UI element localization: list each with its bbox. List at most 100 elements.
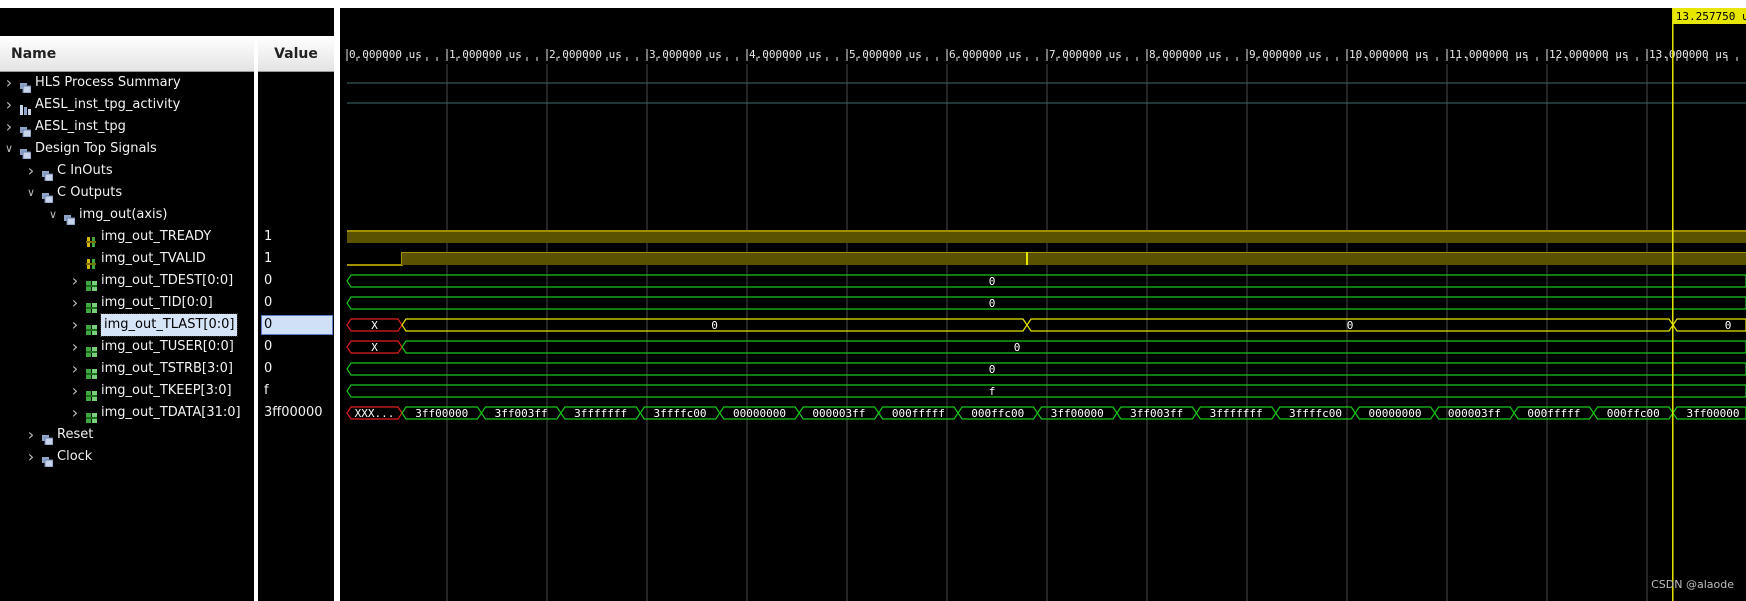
signal-row[interactable]: ∨ Design Top Signals <box>0 138 334 160</box>
chevron-right-icon[interactable]: › <box>4 116 14 138</box>
signal-name[interactable]: C Outputs <box>57 182 122 204</box>
signal-row[interactable]: › C InOuts <box>0 160 334 182</box>
bus-icon <box>86 298 97 313</box>
bit-icon <box>86 232 97 247</box>
signal-name[interactable]: img_out(axis) <box>79 204 168 226</box>
tdata-segment-label: 3ff003ff <box>495 407 548 420</box>
chevron-right-icon[interactable]: › <box>70 358 80 380</box>
signal-name[interactable]: Design Top Signals <box>35 138 157 160</box>
ruler-tick-label: 7.000000 us <box>1049 48 1122 61</box>
chevron-right-icon[interactable]: › <box>26 160 36 182</box>
signal-row[interactable]: img_out_TVALID 1 <box>0 248 334 270</box>
activity-icon <box>20 100 31 115</box>
tvalid-fill <box>402 253 1746 265</box>
chevron-right-icon[interactable]: › <box>4 72 14 94</box>
signal-value: 0 <box>264 273 273 288</box>
tdata-segment-label: 00000000 <box>1368 407 1421 420</box>
signal-row[interactable]: › img_out_TKEEP[3:0] f <box>0 380 334 402</box>
signal-row[interactable]: ∨ img_out(axis) <box>0 204 334 226</box>
group-icon <box>20 78 32 94</box>
signal-value: 0 <box>264 317 273 332</box>
bus-icon <box>86 364 97 379</box>
tready-wave[interactable] <box>347 231 1746 243</box>
signal-name[interactable]: img_out_TUSER[0:0] <box>101 336 234 358</box>
ruler-tick-label: 10.000000 us <box>1349 48 1428 61</box>
signal-value: 0 <box>264 295 273 310</box>
group-icon <box>20 122 32 138</box>
signal-name[interactable]: HLS Process Summary <box>35 72 181 94</box>
signal-value: f <box>264 383 269 398</box>
tkeep-value-label: f <box>989 385 996 398</box>
tdata-segment-label: 000003ff <box>1448 407 1501 420</box>
tdata-segment-label: 3ff00000 <box>1051 407 1104 420</box>
signal-row[interactable]: › img_out_TDATA[31:0] 3ff00000 <box>0 402 334 424</box>
tdata-segment-label: 3fffffff <box>1210 407 1263 420</box>
tlast-segment[interactable] <box>1672 318 1746 332</box>
name-column-header[interactable]: Name <box>0 36 254 72</box>
signal-row[interactable]: › img_out_TUSER[0:0] 0 <box>0 336 334 358</box>
group-icon <box>64 210 76 226</box>
signal-row[interactable]: › AESL_inst_tpg <box>0 116 334 138</box>
chevron-right-icon[interactable]: › <box>70 402 80 424</box>
chevron-right-icon[interactable]: › <box>70 336 80 358</box>
signal-name[interactable]: img_out_TDATA[31:0] <box>101 402 241 424</box>
value-column-header[interactable]: Value <box>258 36 334 72</box>
tlast-segment-label: 0 <box>711 319 718 332</box>
tdata-segment-label: 3ffffc00 <box>654 407 707 420</box>
chevron-down-icon[interactable]: ∨ <box>26 182 36 204</box>
signal-name[interactable]: Clock <box>57 446 92 468</box>
chevron-down-icon[interactable]: ∨ <box>4 138 14 160</box>
waveform-area[interactable]: 0.000000 us 1.000000 us 2.000000 us 3.00000… <box>340 8 1746 601</box>
chevron-right-icon[interactable]: › <box>70 292 80 314</box>
chevron-right-icon[interactable]: › <box>70 380 80 402</box>
signal-name[interactable]: img_out_TDEST[0:0] <box>101 270 233 292</box>
tlast-segment-label: 0 <box>1725 319 1732 332</box>
signal-name[interactable]: Reset <box>57 424 93 446</box>
signal-value: 0 <box>264 361 273 376</box>
bus-icon <box>86 276 97 291</box>
signal-row[interactable]: › Reset <box>0 424 334 446</box>
signal-name[interactable]: AESL_inst_tpg <box>35 116 126 138</box>
signal-name[interactable]: img_out_TVALID <box>101 248 206 270</box>
ruler-tick-label: 12.000000 us <box>1549 48 1628 61</box>
signal-value: 1 <box>264 251 273 266</box>
watermark: CSDN @alaode <box>1651 578 1734 591</box>
signal-name[interactable]: img_out_TKEEP[3:0] <box>101 380 232 402</box>
signal-row[interactable]: img_out_TREADY 1 <box>0 226 334 248</box>
signal-name[interactable]: img_out_TLAST[0:0] <box>99 313 239 337</box>
tlast-segment-label: 0 <box>1347 319 1354 332</box>
ruler-tick-label: 8.000000 us <box>1149 48 1222 61</box>
tid-value-label: 0 <box>989 297 996 310</box>
signal-row[interactable]: › img_out_TSTRB[3:0] 0 <box>0 358 334 380</box>
signal-name[interactable]: img_out_TID[0:0] <box>101 292 213 314</box>
signal-name[interactable]: AESL_inst_tpg_activity <box>35 94 180 116</box>
ruler-tick-label: 5.000000 us <box>849 48 922 61</box>
ruler-tick-label: 2.000000 us <box>549 48 622 61</box>
signal-row[interactable]: ∨ C Outputs <box>0 182 334 204</box>
waveform-canvas[interactable]: 0.000000 us 1.000000 us 2.000000 us 3.00000… <box>340 8 1746 601</box>
signal-name[interactable]: img_out_TSTRB[3:0] <box>101 358 233 380</box>
signal-row[interactable]: › img_out_TLAST[0:0] 0 <box>0 313 334 337</box>
chevron-right-icon[interactable]: › <box>70 270 80 292</box>
signal-row[interactable]: › AESL_inst_tpg_activity <box>0 94 334 116</box>
chevron-right-icon[interactable]: › <box>26 424 36 446</box>
ruler-tick-label: 9.000000 us <box>1249 48 1322 61</box>
chevron-right-icon[interactable]: › <box>4 94 14 116</box>
chevron-right-icon[interactable]: › <box>70 314 80 336</box>
ruler-tick-label: 3.000000 us <box>649 48 722 61</box>
signal-row[interactable]: › HLS Process Summary <box>0 72 334 94</box>
signal-name[interactable]: C InOuts <box>57 160 113 182</box>
signal-panel: Name Value › HLS Process Summary › AESL_ins… <box>0 8 340 601</box>
signal-name[interactable]: img_out_TREADY <box>101 226 211 248</box>
signal-row[interactable]: › Clock <box>0 446 334 468</box>
tdata-segment-label: 000fffff <box>892 407 945 420</box>
signal-row[interactable]: › img_out_TID[0:0] 0 <box>0 292 334 314</box>
tlast-x-label: X <box>371 319 378 332</box>
tdata-segment-label: 3ff00000 <box>1687 407 1740 420</box>
chevron-down-icon[interactable]: ∨ <box>48 204 58 226</box>
cursor-time-label: 13.257750 us <box>1676 10 1746 23</box>
signal-row[interactable]: › img_out_TDEST[0:0] 0 <box>0 270 334 292</box>
chevron-right-icon[interactable]: › <box>26 446 36 468</box>
signal-value: 1 <box>264 229 273 244</box>
tuser-wave[interactable] <box>401 340 1746 354</box>
